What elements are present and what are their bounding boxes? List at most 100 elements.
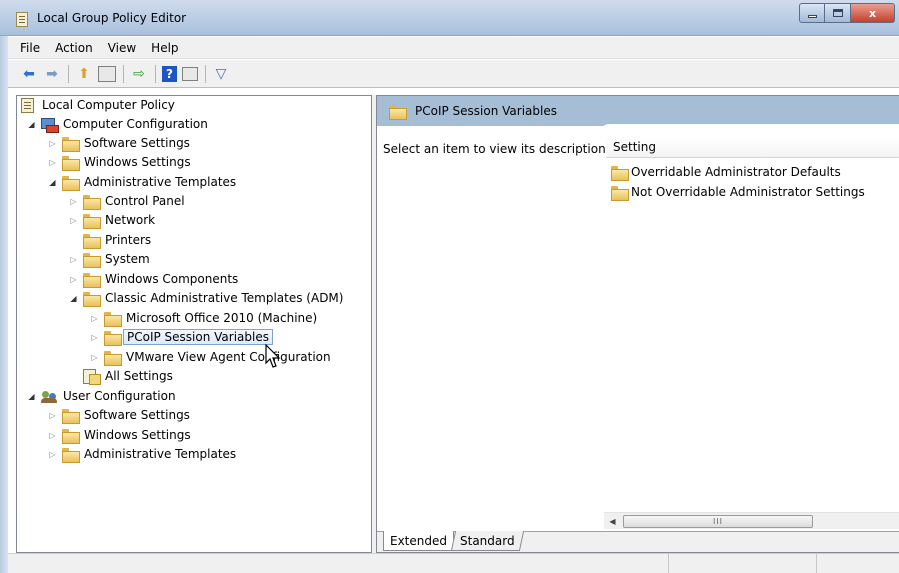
tree-item-software-settings[interactable]: ▷ Software Settings (48, 134, 190, 152)
expand-arrow-icon[interactable]: ▷ (90, 353, 99, 362)
tree-item-pcoip-session-variables[interactable]: ▷ PCoIP Session Variables (90, 328, 273, 346)
app-icon (16, 12, 28, 27)
toolbar-separator (68, 64, 69, 83)
tree-item-administrative-templates[interactable]: ◢ Administrative Templates (48, 173, 236, 191)
menu-file[interactable]: File (20, 41, 40, 55)
tree-item-all-settings[interactable]: All Settings (83, 367, 173, 385)
tree-item-network[interactable]: ▷ Network (69, 211, 155, 229)
tree-item-windows-components[interactable]: ▷ Windows Components (69, 270, 238, 288)
tree-item-user-administrative-templates[interactable]: ▷ Administrative Templates (48, 445, 236, 463)
close-icon: x (868, 6, 877, 20)
tree-item-label: Administrative Templates (84, 175, 237, 189)
setting-item-not-overridable-settings[interactable]: Not Overridable Administrator Settings (611, 183, 865, 201)
maximize-button[interactable] (825, 3, 851, 23)
up-folder-icon[interactable]: ⬆ (75, 65, 93, 83)
menu-help[interactable]: Help (151, 41, 178, 55)
details-header-title: PCoIP Session Variables (415, 104, 557, 118)
tree-item-label: Computer Configuration (63, 117, 208, 131)
minimize-button[interactable] (799, 3, 825, 23)
status-divider (668, 554, 669, 573)
title-bar: Local Group Policy Editor x (0, 0, 899, 36)
expand-arrow-icon[interactable]: ▷ (48, 411, 57, 420)
tree-item-printers[interactable]: Printers (83, 231, 151, 249)
column-header-label: Setting (613, 139, 656, 154)
minimize-icon (807, 14, 817, 18)
tree-item-label: Software Settings (84, 136, 190, 150)
folder-icon (62, 428, 80, 444)
window-controls: x (799, 3, 895, 23)
tree-item-label: Classic Administrative Templates (ADM) (105, 291, 344, 305)
properties-icon[interactable] (182, 66, 198, 81)
tree-item-user-software-settings[interactable]: ▷ Software Settings (48, 406, 190, 424)
scroll-thumb[interactable]: III (623, 515, 813, 528)
tree-item-windows-settings[interactable]: ▷ Windows Settings (48, 153, 191, 171)
tab-label: Standard (460, 533, 515, 548)
window-title: Local Group Policy Editor (37, 11, 187, 25)
details-header: PCoIP Session Variables (377, 96, 899, 126)
show-hide-tree-icon[interactable] (98, 65, 116, 82)
users-icon (41, 389, 58, 404)
folder-icon (104, 311, 122, 327)
tree-item-label-selected: PCoIP Session Variables (123, 329, 273, 345)
menu-action[interactable]: Action (55, 41, 93, 55)
forward-icon[interactable]: ➡ (43, 65, 61, 83)
tree-item-user-configuration[interactable]: ◢ User Configuration (27, 387, 175, 405)
toolbar-separator (123, 64, 124, 83)
tree-item-vmware-view-agent-configuration[interactable]: ▷ VMware View Agent Configuration (90, 348, 331, 366)
toolbar: ⬅ ➡ ⬆ ⇨ ? ▽ (8, 60, 899, 88)
expand-arrow-icon[interactable]: ▷ (69, 216, 78, 225)
expand-arrow-icon[interactable]: ▷ (69, 197, 78, 206)
collapse-arrow-icon[interactable]: ◢ (27, 392, 36, 401)
scroll-left-arrow-icon[interactable]: ◀ (604, 513, 621, 530)
tree-item-computer-configuration[interactable]: ◢ Computer Configuration (27, 115, 208, 133)
column-header-setting[interactable]: Setting (606, 136, 899, 158)
expand-arrow-icon[interactable]: ▷ (90, 333, 99, 342)
tree-item-label: Windows Components (105, 272, 239, 286)
tree-item-label: Windows Settings (84, 428, 191, 442)
tree-item-control-panel[interactable]: ▷ Control Panel (69, 192, 185, 210)
folder-icon (389, 104, 407, 120)
tree-item-label: VMware View Agent Configuration (126, 350, 331, 364)
tree-item-classic-administrative-templates[interactable]: ◢ Classic Administrative Templates (ADM) (69, 289, 343, 307)
collapse-arrow-icon[interactable]: ◢ (27, 120, 36, 129)
menu-view[interactable]: View (108, 41, 136, 55)
folder-icon (104, 350, 122, 366)
tree-item-label: Administrative Templates (84, 447, 237, 461)
tree-item-user-windows-settings[interactable]: ▷ Windows Settings (48, 426, 191, 444)
tab-standard[interactable]: Standard (450, 531, 524, 551)
folder-icon (62, 408, 80, 424)
tree-item-label: Printers (105, 233, 152, 247)
collapse-arrow-icon[interactable]: ◢ (48, 178, 57, 187)
expand-arrow-icon[interactable]: ▷ (48, 431, 57, 440)
filter-icon[interactable]: ▽ (212, 65, 230, 83)
console-tree[interactable]: Local Computer Policy ◢ Computer Configu… (16, 95, 372, 553)
description-text: Select an item to view its description. (383, 142, 610, 156)
setting-item-label: Not Overridable Administrator Settings (631, 185, 865, 199)
export-icon[interactable]: ⇨ (130, 65, 148, 83)
policy-icon (21, 97, 34, 113)
tree-item-microsoft-office-2010[interactable]: ▷ Microsoft Office 2010 (Machine) (90, 309, 317, 327)
setting-item-overridable-defaults[interactable]: Overridable Administrator Defaults (611, 163, 841, 181)
view-tabs: Extended Standard (377, 531, 899, 552)
expand-arrow-icon[interactable]: ▷ (90, 314, 99, 323)
tree-item-label: Local Computer Policy (42, 98, 175, 112)
back-icon[interactable]: ⬅ (20, 65, 38, 83)
collapse-arrow-icon[interactable]: ◢ (69, 294, 78, 303)
expand-arrow-icon[interactable]: ▷ (48, 158, 57, 167)
horizontal-scrollbar[interactable]: ◀ III ▶ (604, 512, 899, 529)
expand-arrow-icon[interactable]: ▷ (48, 450, 57, 459)
folder-icon (104, 330, 122, 346)
tree-item-local-computer-policy[interactable]: Local Computer Policy (21, 96, 175, 114)
tab-extended[interactable]: Extended (383, 531, 454, 551)
close-button[interactable]: x (851, 3, 895, 23)
maximize-icon (832, 9, 843, 17)
expand-arrow-icon[interactable]: ▷ (69, 255, 78, 264)
tree-item-system[interactable]: ▷ System (69, 250, 150, 268)
toolbar-separator (205, 64, 206, 83)
help-icon[interactable]: ? (162, 65, 177, 82)
folder-icon (83, 213, 101, 229)
folder-icon (83, 194, 101, 210)
expand-arrow-icon[interactable]: ▷ (69, 275, 78, 284)
window-frame (0, 36, 8, 573)
expand-arrow-icon[interactable]: ▷ (48, 139, 57, 148)
